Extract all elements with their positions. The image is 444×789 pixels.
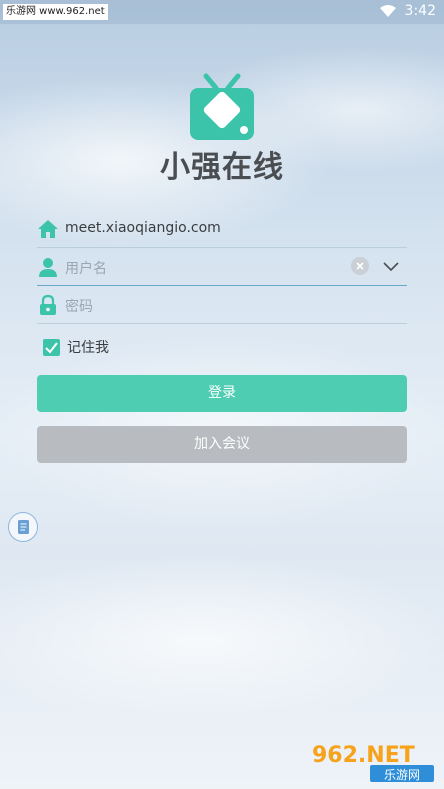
watermark-sub: 乐游网 — [384, 768, 420, 782]
login-button[interactable]: 登录 — [37, 375, 407, 412]
password-input[interactable]: 密码 — [65, 296, 93, 316]
watermark-brand: 962.NET — [312, 743, 415, 768]
clear-icon[interactable] — [351, 257, 369, 275]
home-icon — [38, 220, 58, 238]
document-icon — [18, 520, 29, 534]
wifi-icon — [379, 5, 396, 17]
server-input[interactable]: meet.xiaoqiangio.com — [65, 220, 221, 236]
floating-document-button[interactable] — [8, 512, 38, 542]
check-icon — [45, 341, 58, 354]
remember-checkbox[interactable] — [43, 338, 60, 356]
password-field[interactable]: 密码 — [37, 286, 407, 324]
join-meeting-button[interactable]: 加入会议 — [37, 426, 407, 463]
status-icons: 3:42 — [379, 3, 436, 19]
watermark-logo: 962.NET 乐游网 — [308, 738, 438, 784]
remember-me[interactable]: 记住我 — [43, 337, 109, 357]
remember-label: 记住我 — [67, 340, 109, 356]
app-logo-icon — [190, 73, 254, 140]
status-bar: 乐游网 www.962.net 3:42 — [0, 0, 444, 24]
clock: 3:42 — [404, 3, 436, 19]
app-name: 小强在线 — [160, 150, 284, 185]
watermark-label: 乐游网 www.962.net — [3, 4, 108, 20]
user-icon — [39, 258, 57, 277]
lock-icon — [40, 294, 56, 315]
username-field[interactable]: 用户名 — [37, 248, 407, 286]
chevron-down-icon[interactable] — [383, 260, 399, 272]
server-field[interactable]: meet.xiaoqiangio.com — [37, 210, 407, 248]
username-input[interactable]: 用户名 — [65, 258, 107, 278]
